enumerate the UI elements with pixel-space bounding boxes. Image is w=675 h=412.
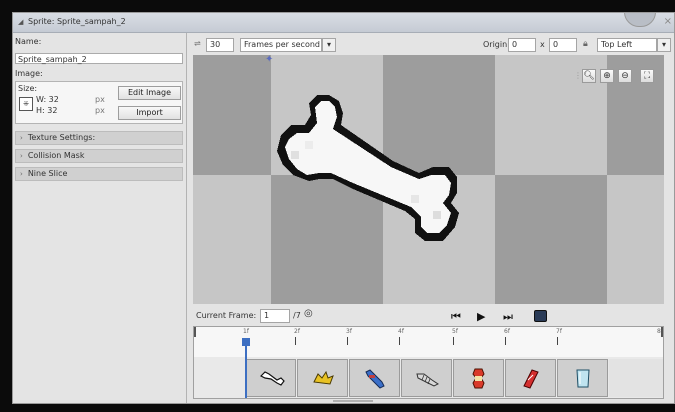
skip-to-start-icon[interactable]: ⏮︎ [451,310,461,324]
zoom-reset-icon[interactable]: ⊖ [618,69,632,83]
window-title: Sprite: Sprite_sampah_2 [28,17,126,26]
zoom-toolbar: ⋮ 🔍︎ ⊕ ⊖ ⛶ [574,69,664,85]
speed-input[interactable]: 30 [206,38,234,52]
chevron-down-icon[interactable]: ▾ [657,38,671,52]
origin-x-input[interactable]: 0 [508,38,536,52]
frame-thumb-7[interactable] [557,359,608,397]
fit-screen-icon[interactable]: ⛶ [640,69,654,83]
range-start-marker[interactable] [194,327,196,337]
section-label: Texture Settings: [27,133,96,142]
tick-mark [505,337,506,345]
properties-panel: Name: Sprite_sampah_2 Image: Size: ⁜ W: … [13,33,187,403]
expand-icon: › [20,152,23,160]
frame-ruler[interactable]: 1f 2f 3f 4f 5f 6f 7f 8 [194,327,663,358]
resize-icon[interactable]: ⁜ [19,97,33,111]
frame-thumb-2[interactable] [297,359,348,397]
origin-y-input[interactable]: 0 [549,38,577,52]
sprite-canvas[interactable]: ✦ ⋮ 🔍︎ ⊕ ⊖ ⛶ [193,55,664,304]
speed-icon: ⇌ [194,39,201,48]
title-knob [624,13,656,27]
expand-icon: › [20,170,23,178]
height-unit: px [95,106,105,115]
banana-peel-icon [313,370,334,385]
apple-core-icon [472,368,485,389]
bone-icon [259,371,285,386]
tick-mark [295,337,296,345]
width-value: W: 32 [36,95,59,104]
lock-icon[interactable]: 🔒︎ [583,39,588,49]
playhead-line [245,343,247,398]
tick-label: 3f [346,328,352,335]
tick-mark [347,337,348,345]
bone-sprite [277,95,459,241]
section-texture-settings[interactable]: › Texture Settings: [15,131,183,145]
tick-mark [557,337,558,345]
play-icon[interactable]: ▶ [477,310,485,323]
resize-grip[interactable] [333,400,373,402]
tick-label: 4f [398,328,404,335]
collapse-icon[interactable]: ◢ [18,18,23,26]
chevron-down-icon[interactable]: ▾ [322,38,336,52]
import-button[interactable]: Import [118,106,181,120]
section-label: Collision Mask [27,151,85,160]
frame-thumb-1[interactable] [245,359,296,397]
frame-thumb-4[interactable] [401,359,452,397]
blue-bottle-icon [365,369,385,389]
current-frame-input[interactable]: 1 [260,309,290,323]
size-label: Size: [18,84,38,93]
timeline: 1f 2f 3f 4f 5f 6f 7f 8 [193,326,664,399]
origin-preset-select[interactable]: Top Left [597,38,657,52]
section-label: Nine Slice [27,169,68,178]
loop-icon[interactable] [534,310,547,322]
red-can-icon [523,369,539,389]
tick-mark [399,337,400,345]
skip-to-end-icon[interactable]: ⏭︎ [503,310,513,324]
sprite-toolbar: ⇌ 30 Frames per second ▾ Origin 0 x 0 🔒︎… [194,36,674,53]
image-box: Size: ⁜ W: 32 H: 32 px px Edit Image Imp… [15,81,183,124]
zoom-out-icon[interactable]: 🔍︎ [582,69,596,83]
plastic-cup-icon [576,369,590,388]
tick-label: 5f [452,328,458,335]
tick-label: 1f [243,328,249,335]
edit-image-button[interactable]: Edit Image [118,86,181,100]
speed-mode-select[interactable]: Frames per second [240,38,322,52]
expand-icon: › [20,134,23,142]
fish-bone-icon [416,373,439,387]
section-nine-slice[interactable]: › Nine Slice [15,167,183,181]
frame-thumb-5[interactable] [453,359,504,397]
frame-strip [194,357,663,398]
image-label: Image: [15,69,43,78]
empty-frame-area[interactable] [609,359,663,397]
range-end-marker[interactable] [661,327,663,337]
section-collision-mask[interactable]: › Collision Mask [15,149,183,163]
total-frames: /7 [293,311,301,320]
width-unit: px [95,95,105,104]
sprite-editor-window: ◢ Sprite: Sprite_sampah_2 × Name: Sprite… [12,12,675,404]
name-field[interactable]: Sprite_sampah_2 [15,53,183,64]
frame-controls: Current Frame: 1 /7 ◎ ⏮︎ ▶ ⏭︎ [194,306,674,326]
height-value: H: 32 [36,106,58,115]
zoom-in-icon[interactable]: ⊕ [600,69,614,83]
frame-thumb-6[interactable] [505,359,556,397]
tick-mark [453,337,454,345]
onion-skin-icon[interactable]: ◎ [304,308,313,319]
tick-label: 2f [294,328,300,335]
tick-label: 6f [504,328,510,335]
name-label: Name: [15,37,42,46]
grip-icon: ⋮ [574,71,582,80]
current-frame-label: Current Frame: [196,311,257,320]
origin-label: Origin [483,40,508,49]
origin-x-label: x [540,40,545,49]
title-bar: ◢ Sprite: Sprite_sampah_2 × [13,13,674,33]
tick-label: 7f [556,328,562,335]
frame-thumb-3[interactable] [349,359,400,397]
close-icon[interactable]: × [664,16,672,27]
